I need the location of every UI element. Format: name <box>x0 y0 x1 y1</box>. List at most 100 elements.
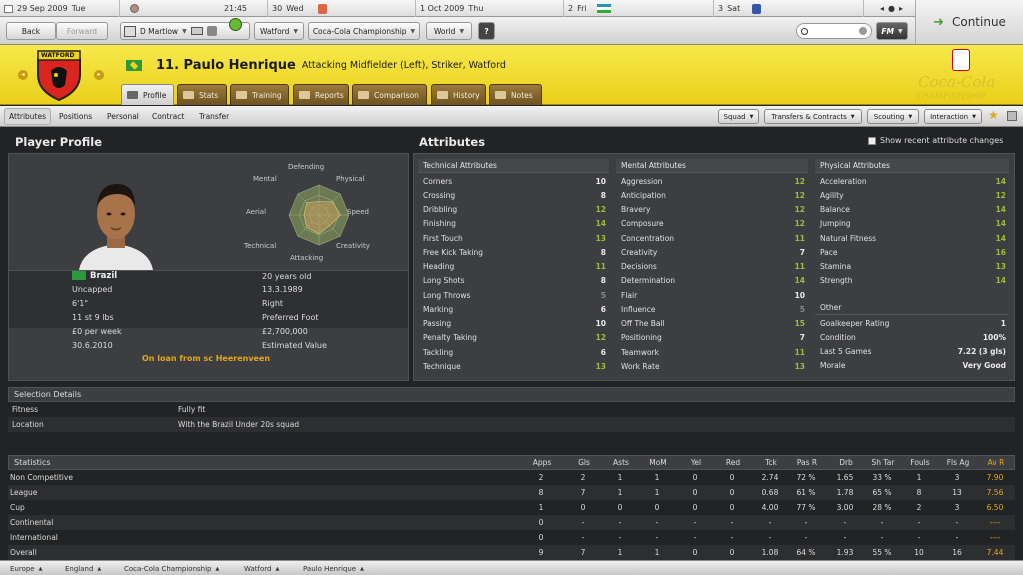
attribute-row[interactable]: Concentration 11 <box>616 231 808 245</box>
stats-column-header[interactable]: Sh Tar <box>863 458 903 467</box>
calendar-day[interactable]: 29 Sep 2009 Tue <box>0 0 120 17</box>
breadcrumb-item[interactable]: Europe ▲ <box>10 561 42 575</box>
stats-column-header[interactable]: Pas R <box>787 458 827 467</box>
tab-history[interactable]: History <box>431 84 486 105</box>
forward-button[interactable]: Forward <box>56 22 108 40</box>
attribute-row[interactable]: Corners 10 <box>418 174 609 188</box>
breadcrumb-item[interactable]: Coca-Cola Championship ▲ <box>124 561 219 575</box>
attribute-row[interactable]: Tackling 6 <box>418 345 609 359</box>
stats-column-header[interactable]: Red <box>713 458 753 467</box>
stats-column-header[interactable]: Fls Ag <box>938 458 978 467</box>
today-icon[interactable]: ● <box>888 4 895 13</box>
calendar-day[interactable]: 21:45 <box>120 0 268 17</box>
next-icon[interactable]: ▸ <box>899 4 903 13</box>
search-input[interactable] <box>796 23 872 39</box>
subtab-personal[interactable]: Personal <box>103 106 143 127</box>
checkbox[interactable] <box>868 136 876 145</box>
tab-comparison[interactable]: Comparison <box>352 84 427 105</box>
next-player-icon[interactable]: ▸ <box>94 70 104 80</box>
stats-column-header[interactable]: Yel <box>676 458 716 467</box>
breadcrumb-item[interactable]: Paulo Henrique ▲ <box>303 561 364 575</box>
attribute-row[interactable]: Teamwork 11 <box>616 345 808 359</box>
show-recent-changes[interactable]: Show recent attribute changes <box>868 136 1003 145</box>
prev-icon[interactable]: ◂ <box>880 4 884 13</box>
subtab-attributes[interactable]: Attributes <box>4 108 52 125</box>
attribute-row[interactable]: Morale Very Good <box>815 359 1009 373</box>
help-button[interactable]: ? <box>478 22 495 40</box>
attribute-row[interactable]: Crossing 8 <box>418 188 609 202</box>
loan-status[interactable]: On loan from sc Heerenveen <box>142 354 270 363</box>
breadcrumb-item[interactable]: Watford ▲ <box>244 561 279 575</box>
attribute-row[interactable]: First Touch 13 <box>418 231 609 245</box>
attribute-row[interactable]: Agility 12 <box>815 188 1009 202</box>
attribute-row[interactable]: Off The Ball 15 <box>616 317 808 331</box>
edit-icon[interactable] <box>1007 111 1017 121</box>
attribute-row[interactable]: Long Throws 5 <box>418 288 609 302</box>
tab-stats[interactable]: Stats <box>177 84 227 105</box>
transfers-contracts-menu[interactable]: Transfers & Contracts ▼ <box>764 109 862 124</box>
attribute-row[interactable]: Jumping 14 <box>815 217 1009 231</box>
tab-training[interactable]: Training <box>230 84 289 105</box>
attribute-row[interactable]: Work Rate 13 <box>616 359 808 373</box>
attribute-row[interactable]: Penalty Taking 12 <box>418 331 609 345</box>
prev-player-icon[interactable]: ◂ <box>18 70 28 80</box>
attribute-row[interactable]: Heading 11 <box>418 260 609 274</box>
attribute-row[interactable]: Decisions 11 <box>616 260 808 274</box>
calendar-day[interactable]: 2 Fri <box>564 0 714 17</box>
stats-column-header[interactable]: Tck <box>751 458 791 467</box>
scouting-menu[interactable]: Scouting ▼ <box>867 109 919 124</box>
attribute-row[interactable]: Composure 12 <box>616 217 808 231</box>
breadcrumb-item[interactable]: England ▲ <box>65 561 101 575</box>
notification-badge[interactable] <box>229 18 242 31</box>
attribute-row[interactable]: Pace 16 <box>815 245 1009 259</box>
fm-menu[interactable]: FM ▼ <box>876 22 908 40</box>
calendar-controls[interactable]: ◂ ● ▸ <box>864 0 915 17</box>
attribute-row[interactable]: Determination 14 <box>616 274 808 288</box>
stats-column-header[interactable]: Drb <box>826 458 866 467</box>
attribute-row[interactable]: Last 5 Games 7.22 (3 gls) <box>815 345 1009 359</box>
squad-menu[interactable]: Squad ▼ <box>718 109 759 124</box>
calendar-day[interactable]: 30 Wed <box>268 0 416 17</box>
attribute-row[interactable]: Influence 5 <box>616 302 808 316</box>
attribute-row[interactable]: Long Shots 8 <box>418 274 609 288</box>
stats-column-header[interactable]: Av R <box>976 458 1016 467</box>
stats-column-header[interactable]: MoM <box>638 458 678 467</box>
world-menu[interactable]: World ▼ <box>426 22 472 40</box>
calendar-day[interactable]: 1 Oct 2009 Thu <box>416 0 564 17</box>
attribute-row[interactable]: Anticipation 12 <box>616 188 808 202</box>
club-menu[interactable]: Watford ▼ <box>254 22 304 40</box>
attribute-row[interactable]: Acceleration 14 <box>815 174 1009 188</box>
competition-menu[interactable]: Coca-Cola Championship ▼ <box>308 22 420 40</box>
attribute-row[interactable]: Passing 10 <box>418 317 609 331</box>
attribute-row[interactable]: Flair 10 <box>616 288 808 302</box>
attribute-row[interactable]: Strength 14 <box>815 274 1009 288</box>
tab-notes[interactable]: Notes <box>489 84 542 105</box>
attribute-row[interactable]: Creativity 7 <box>616 245 808 259</box>
attribute-row[interactable]: Positioning 7 <box>616 331 808 345</box>
stats-column-header[interactable]: Apps <box>522 458 562 467</box>
clear-icon[interactable] <box>859 27 867 35</box>
attribute-row[interactable]: Free Kick Taking 8 <box>418 245 609 259</box>
attribute-row[interactable]: Finishing 14 <box>418 217 609 231</box>
subtab-transfer[interactable]: Transfer <box>195 106 233 127</box>
attribute-row[interactable]: Dribbling 12 <box>418 203 609 217</box>
back-button[interactable]: Back <box>6 22 56 40</box>
attribute-row[interactable]: Technique 13 <box>418 359 609 373</box>
attribute-row[interactable]: Bravery 12 <box>616 203 808 217</box>
stats-column-header[interactable]: Fouls <box>900 458 940 467</box>
star-icon[interactable]: ★ <box>988 108 999 122</box>
attribute-row[interactable]: Natural Fitness 14 <box>815 231 1009 245</box>
interaction-menu[interactable]: Interaction ▼ <box>924 109 982 124</box>
attribute-row[interactable]: Stamina 13 <box>815 260 1009 274</box>
attribute-row[interactable]: Marking 6 <box>418 302 609 316</box>
tab-reports[interactable]: Reports <box>293 84 349 105</box>
attribute-row[interactable]: Condition 100% <box>815 330 1009 344</box>
subtab-contract[interactable]: Contract <box>148 106 188 127</box>
stats-column-header[interactable]: Gls <box>564 458 604 467</box>
attribute-row[interactable]: Balance 14 <box>815 203 1009 217</box>
attribute-row[interactable]: Aggression 12 <box>616 174 808 188</box>
calendar-day[interactable]: 3 Sat <box>714 0 864 17</box>
tab-profile[interactable]: Profile <box>121 84 174 105</box>
attribute-row[interactable]: Goalkeeper Rating 1 <box>815 316 1009 330</box>
continue-button[interactable]: ➜ Continue <box>915 0 1023 44</box>
